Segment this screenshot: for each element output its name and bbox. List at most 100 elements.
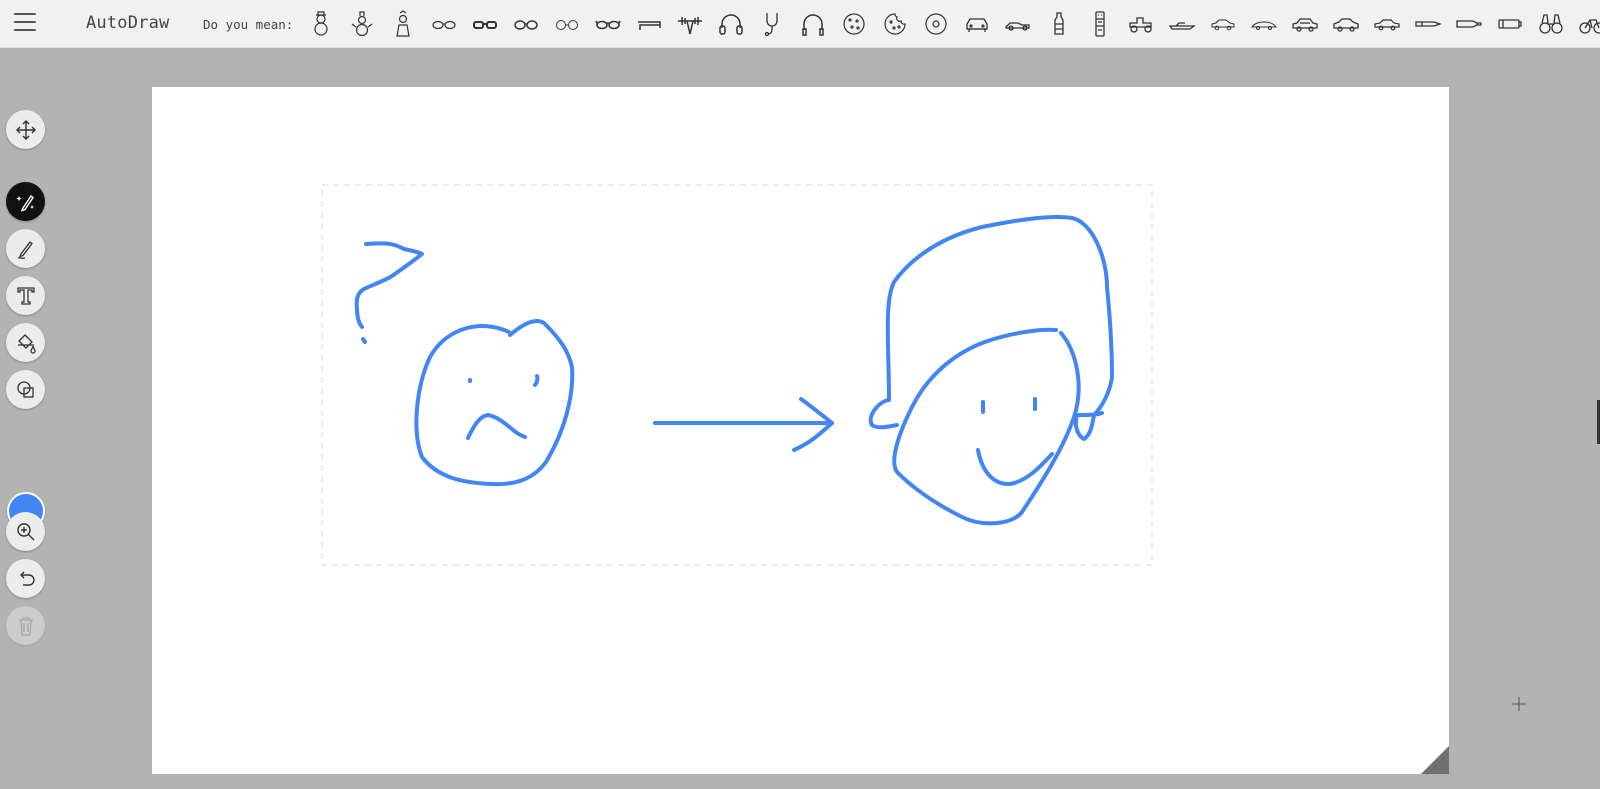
suggestion-stethoscope[interactable]: [751, 8, 792, 40]
pencil-icon: [17, 240, 33, 259]
suggestion-label: Do you mean:: [203, 17, 294, 32]
car-outline-icon: [1211, 19, 1234, 31]
move-tool[interactable]: [6, 110, 45, 149]
cookie-bitten-icon: [883, 13, 906, 35]
donut-icon: [924, 13, 947, 35]
move-arrows-icon: [15, 119, 36, 140]
headphones-band-icon: [801, 14, 824, 36]
drawing-layer: [321, 184, 1449, 774]
hamburger-menu-icon[interactable]: [14, 13, 36, 33]
sedan-icon: [1291, 18, 1318, 32]
fill-tool[interactable]: [6, 323, 45, 362]
suggestion-racecar[interactable]: [997, 8, 1038, 40]
pen-icon: [1414, 21, 1442, 27]
headphones-icon: [718, 14, 743, 35]
selection-bounds: [321, 184, 1153, 566]
zoom-tool[interactable]: [6, 512, 45, 551]
suggestion-coupe[interactable]: [1325, 8, 1366, 40]
binoculars-icon: [1538, 14, 1563, 34]
shape-tool[interactable]: [6, 370, 45, 409]
suggestion-tractor[interactable]: [1120, 8, 1161, 40]
question-mark-stroke: [354, 241, 424, 329]
type-tool[interactable]: [6, 276, 45, 315]
suggestion-glasses-1[interactable]: [423, 8, 464, 40]
tractor-icon: [1128, 17, 1152, 33]
draw-tool[interactable]: [6, 229, 45, 268]
suggestion-speedboat[interactable]: [1161, 8, 1202, 40]
undo-icon: [19, 571, 35, 586]
app-title: AutoDraw: [86, 13, 170, 33]
suggestion-glasses-3[interactable]: [505, 8, 546, 40]
question-mark-dot: [361, 337, 367, 344]
suggestion-marker[interactable]: [1448, 8, 1489, 40]
snowman-scarf-icon: [395, 10, 410, 37]
barbell-icon: [677, 17, 702, 35]
undo-tool[interactable]: [6, 559, 45, 598]
battery-icon: [1497, 19, 1522, 29]
suggestion-headphones-band[interactable]: [792, 8, 833, 40]
suggestion-donut[interactable]: [915, 8, 956, 40]
car-front-icon: [965, 18, 988, 32]
crosshair-cursor-icon: [1512, 697, 1526, 711]
suggestion-battery[interactable]: [1489, 8, 1530, 40]
suggestion-binoculars[interactable]: [1530, 8, 1571, 40]
delete-tool[interactable]: [6, 606, 45, 645]
glasses-thin-icon: [555, 20, 578, 30]
coupe-icon: [1332, 18, 1359, 32]
snowman-hat-icon: [351, 11, 372, 37]
sad-face-eye-right: [533, 374, 540, 387]
shapes-icon: [16, 380, 34, 398]
suggestion-glasses-2[interactable]: [464, 8, 505, 40]
snowman-icon: [313, 11, 328, 36]
bicycle-icon: [1578, 19, 1600, 34]
glasses-dark-icon: [594, 20, 621, 30]
glasses-round-icon: [431, 20, 456, 30]
suggestion-barbell[interactable]: [669, 8, 710, 40]
bottle-icon: [1053, 12, 1064, 35]
top-toolbar: AutoDraw Do you mean:: [0, 0, 1600, 48]
sad-face-mouth: [466, 413, 527, 440]
suggestion-taxi[interactable]: [1366, 8, 1407, 40]
suggestion-pen[interactable]: [1407, 8, 1448, 40]
suggestion-car-outline[interactable]: [1202, 8, 1243, 40]
autodraw-sparkle-pen-icon: [15, 194, 34, 212]
zoom-in-icon: [16, 522, 34, 540]
suggestion-cookie[interactable]: [833, 8, 874, 40]
suggestion-snowman[interactable]: [300, 8, 341, 40]
suggestion-cookie-bitten[interactable]: [874, 8, 915, 40]
car-sleek-icon: [1250, 21, 1277, 30]
sad-face-outline: [414, 319, 575, 487]
autodraw-tool[interactable]: [6, 182, 45, 221]
suggestion-sedan[interactable]: [1284, 8, 1325, 40]
text-icon: [16, 286, 35, 305]
glasses-thick-icon: [472, 21, 497, 29]
side-toolbar: [0, 48, 52, 789]
marker-icon: [1455, 20, 1482, 28]
glasses-classic-icon: [513, 20, 538, 30]
suggestion-bottle[interactable]: [1038, 8, 1079, 40]
stapler-icon: [637, 21, 661, 30]
suggestion-snowman-scarf[interactable]: [382, 8, 423, 40]
trash-icon: [18, 616, 33, 636]
happy-face-ear-right: [1076, 411, 1104, 417]
happy-face-outline: [892, 327, 1081, 526]
suggestion-strip: [300, 8, 1600, 40]
suggestion-stapler[interactable]: [628, 8, 669, 40]
suggestion-snowman-hat[interactable]: [341, 8, 382, 40]
resize-handle[interactable]: [1421, 746, 1449, 774]
paint-bucket-icon: [17, 333, 36, 354]
happy-face-ear-left: [868, 398, 899, 430]
speedboat-icon: [1168, 22, 1196, 30]
suggestion-glasses-5[interactable]: [587, 8, 628, 40]
suggestion-bicycle[interactable]: [1571, 8, 1600, 40]
drawing-canvas[interactable]: [152, 87, 1449, 774]
racecar-icon: [1004, 22, 1030, 31]
suggestion-car-sleek[interactable]: [1243, 8, 1284, 40]
taxi-icon: [1373, 19, 1400, 31]
suggestion-glasses-4[interactable]: [546, 8, 587, 40]
suggestion-totem[interactable]: [1079, 8, 1120, 40]
stethoscope-icon: [764, 13, 778, 37]
suggestion-car-front[interactable]: [956, 8, 997, 40]
suggestion-headphones[interactable]: [710, 8, 751, 40]
totem-icon: [1094, 11, 1105, 37]
